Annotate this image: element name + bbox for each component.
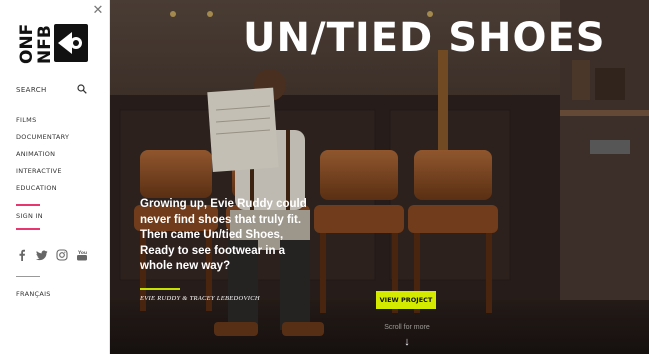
- hero-banner: UN/TIED SHOES Growing up, Evie Ruddy cou…: [110, 0, 649, 354]
- search-label: SEARCH: [16, 86, 47, 94]
- nav-item-documentary[interactable]: DOCUMENTARY: [16, 132, 69, 149]
- instagram-icon[interactable]: [56, 248, 68, 261]
- arrow-down-icon[interactable]: ↓: [400, 335, 414, 349]
- svg-text:You: You: [77, 250, 87, 256]
- hero-description: Growing up, Evie Ruddy could never find …: [140, 198, 307, 272]
- youtube-icon[interactable]: You: [76, 248, 88, 261]
- facebook-icon[interactable]: [16, 248, 28, 261]
- signin-rule-top: [16, 204, 40, 206]
- hero-credits: EVIE RUDDY & TRACEY LEBEDOVICH: [140, 295, 260, 302]
- search-icon[interactable]: [77, 84, 87, 94]
- close-icon[interactable]: ✕: [91, 3, 105, 17]
- view-project-button[interactable]: VIEW PROJECT: [376, 291, 436, 309]
- sidebar: ✕ ONF NFB SEARCH FILMS DOCUMENTARY ANIMA…: [0, 0, 110, 354]
- logo-text-onf: ONF: [17, 24, 37, 64]
- language-rule: [16, 276, 40, 277]
- nav-item-films[interactable]: FILMS: [16, 115, 69, 132]
- nfb-logo[interactable]: ONF NFB: [14, 22, 90, 66]
- credits-rule: [140, 288, 180, 290]
- main-nav: FILMS DOCUMENTARY ANIMATION INTERACTIVE …: [16, 115, 69, 200]
- signin-rule-bottom: [16, 228, 40, 230]
- logo-text-nfb: NFB: [35, 25, 55, 64]
- nav-item-animation[interactable]: ANIMATION: [16, 149, 69, 166]
- scroll-for-more-label: Scroll for more: [384, 324, 430, 331]
- sign-in-link[interactable]: SIGN IN: [16, 212, 43, 220]
- social-links: You: [16, 248, 88, 261]
- hero-title: UN/TIED SHOES: [243, 15, 606, 61]
- nav-item-interactive[interactable]: INTERACTIVE: [16, 166, 69, 183]
- nav-item-education[interactable]: EDUCATION: [16, 183, 69, 200]
- search-row[interactable]: SEARCH: [16, 84, 92, 98]
- language-link[interactable]: FRANÇAIS: [16, 290, 51, 298]
- twitter-icon[interactable]: [36, 248, 48, 261]
